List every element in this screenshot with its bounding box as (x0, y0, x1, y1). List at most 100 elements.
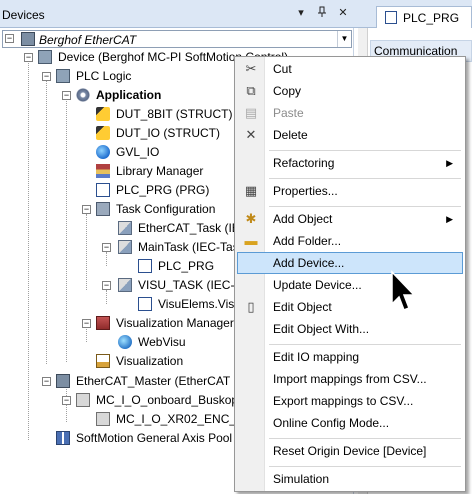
menu-item-label: Copy (273, 84, 302, 98)
menu-item-simulation[interactable]: Simulation (237, 468, 463, 490)
library-manager-icon (96, 164, 110, 178)
collapse-toggle[interactable]: − (62, 91, 71, 100)
webvisu-icon (118, 335, 132, 349)
tree-item-label: Visualization (116, 354, 184, 368)
menu-item-properties[interactable]: ▦ Properties... (237, 180, 463, 202)
collapse-toggle[interactable]: − (5, 34, 14, 43)
tree-item-label: WebVisu (138, 335, 186, 349)
menu-item-label: Simulation (273, 472, 330, 486)
menu-item-label: Online Config Mode... (273, 416, 390, 430)
task-configuration-icon (96, 202, 110, 216)
axis-pool-icon (56, 431, 70, 445)
tree-item-label: PLC Logic (76, 69, 132, 83)
tree-item-label: SoftMotion General Axis Pool (76, 431, 233, 445)
menu-item-edit-io-mapping[interactable]: Edit IO mapping (237, 346, 463, 368)
add-object-icon: ✱ (245, 211, 257, 226)
io-module-icon (96, 412, 110, 426)
delete-icon: ✕ (245, 127, 257, 142)
tree-item-label: Visualization Manager (116, 316, 234, 330)
combo-value: Berghof EtherCAT (39, 33, 137, 47)
devices-panel-title: Devices (2, 8, 45, 22)
menu-item-export-mappings[interactable]: Export mappings to CSV... (237, 390, 463, 412)
collapse-toggle[interactable]: − (42, 377, 51, 386)
panel-pin-icon[interactable] (315, 6, 329, 20)
editor-tab-bar: PLC_PRG (354, 0, 472, 28)
submenu-arrow-icon: ▶ (446, 158, 453, 168)
tree-item-label: Application (96, 88, 162, 102)
menu-item-refactoring[interactable]: Refactoring ▶ (237, 152, 463, 174)
menu-item-label: Update Device... (273, 278, 362, 292)
collapse-toggle[interactable]: − (42, 72, 51, 81)
program-tab-icon (385, 11, 397, 24)
io-module-icon (76, 393, 90, 407)
task-icon (118, 278, 132, 292)
menu-item-import-mappings[interactable]: Import mappings from CSV... (237, 368, 463, 390)
collapse-toggle[interactable]: − (102, 281, 111, 290)
menu-item-label: Cut (273, 62, 292, 76)
visualization-manager-icon (96, 316, 110, 330)
menu-item-label: Edit IO mapping (273, 350, 360, 364)
program-call-icon (138, 297, 152, 311)
menu-item-add-folder[interactable]: ▬ Add Folder... (237, 230, 463, 252)
program-call-icon (138, 259, 152, 273)
ethercat-master-icon (56, 374, 70, 388)
menu-item-label: Edit Object (273, 300, 332, 314)
menu-item-paste[interactable]: ▤ Paste (237, 102, 463, 124)
tab-label: PLC_PRG (403, 11, 460, 25)
collapse-toggle[interactable]: − (82, 205, 91, 214)
tree-item-label: Library Manager (116, 164, 204, 178)
paste-icon: ▤ (244, 105, 258, 120)
devices-panel-header: Devices ▾ ✕ (0, 0, 354, 28)
menu-item-label: Delete (273, 128, 308, 142)
context-menu: ✂ Cut ⧉ Copy ▤ Paste ✕ Delete Refactorin… (234, 56, 466, 492)
menu-item-label: Import mappings from CSV... (273, 372, 427, 386)
menu-item-update-device[interactable]: Update Device... (237, 274, 463, 296)
ethercat-project-icon (21, 32, 35, 46)
tree-item-label: PLC_PRG (158, 259, 215, 273)
menu-item-label: Paste (273, 106, 304, 120)
folder-icon: ▬ (244, 233, 258, 248)
tree-item-label: GVL_IO (116, 145, 160, 159)
mouse-pointer-icon (391, 270, 416, 311)
struct-icon (96, 126, 110, 140)
collapse-toggle[interactable]: − (82, 319, 91, 328)
menu-item-add-device[interactable]: Add Device... (237, 252, 463, 274)
plc-logic-icon (56, 69, 70, 83)
program-icon (96, 183, 110, 197)
menu-item-label: Refactoring (273, 156, 335, 170)
menu-item-add-object[interactable]: ✱ Add Object ▶ (237, 208, 463, 230)
tree-item-label: DUT_8BIT (STRUCT) (116, 107, 233, 121)
tab-plc-prg[interactable]: PLC_PRG (376, 6, 472, 28)
task-icon (118, 221, 132, 235)
panel-menu-dropdown-icon[interactable]: ▾ (294, 6, 308, 20)
tree-item-label: PLC_PRG (PRG) (116, 183, 210, 197)
menu-item-label: Edit Object With... (273, 322, 370, 336)
global-variables-icon (96, 145, 110, 159)
menu-item-label: Add Device... (273, 256, 345, 270)
device-root-combo[interactable]: − Berghof EtherCAT ▼ (2, 30, 352, 48)
menu-item-label: Reset Origin Device [Device] (273, 444, 427, 458)
menu-item-edit-object[interactable]: ▯ Edit Object (237, 296, 463, 318)
menu-item-copy[interactable]: ⧉ Copy (237, 80, 463, 102)
menu-item-label: Export mappings to CSV... (273, 394, 414, 408)
collapse-toggle[interactable]: − (102, 243, 111, 252)
tree-item-label: Task Configuration (116, 202, 216, 216)
combo-dropdown-icon[interactable]: ▼ (337, 31, 351, 47)
task-icon (118, 240, 132, 254)
collapse-toggle[interactable]: − (62, 396, 71, 405)
edit-object-icon: ▯ (247, 299, 255, 314)
menu-item-cut[interactable]: ✂ Cut (237, 58, 463, 80)
plc-device-icon (38, 50, 52, 64)
submenu-arrow-icon: ▶ (446, 214, 453, 224)
panel-close-icon[interactable]: ✕ (336, 6, 350, 20)
menu-item-delete[interactable]: ✕ Delete (237, 124, 463, 146)
copy-icon: ⧉ (246, 83, 256, 98)
menu-item-edit-object-with[interactable]: Edit Object With... (237, 318, 463, 340)
menu-item-label: Properties... (273, 184, 338, 198)
menu-item-label: Add Object (273, 212, 333, 226)
properties-icon: ▦ (244, 183, 258, 198)
menu-item-online-config[interactable]: Online Config Mode... (237, 412, 463, 434)
menu-item-reset-origin[interactable]: Reset Origin Device [Device] (237, 440, 463, 462)
cut-icon: ✂ (245, 61, 257, 76)
collapse-toggle[interactable]: − (24, 53, 33, 62)
